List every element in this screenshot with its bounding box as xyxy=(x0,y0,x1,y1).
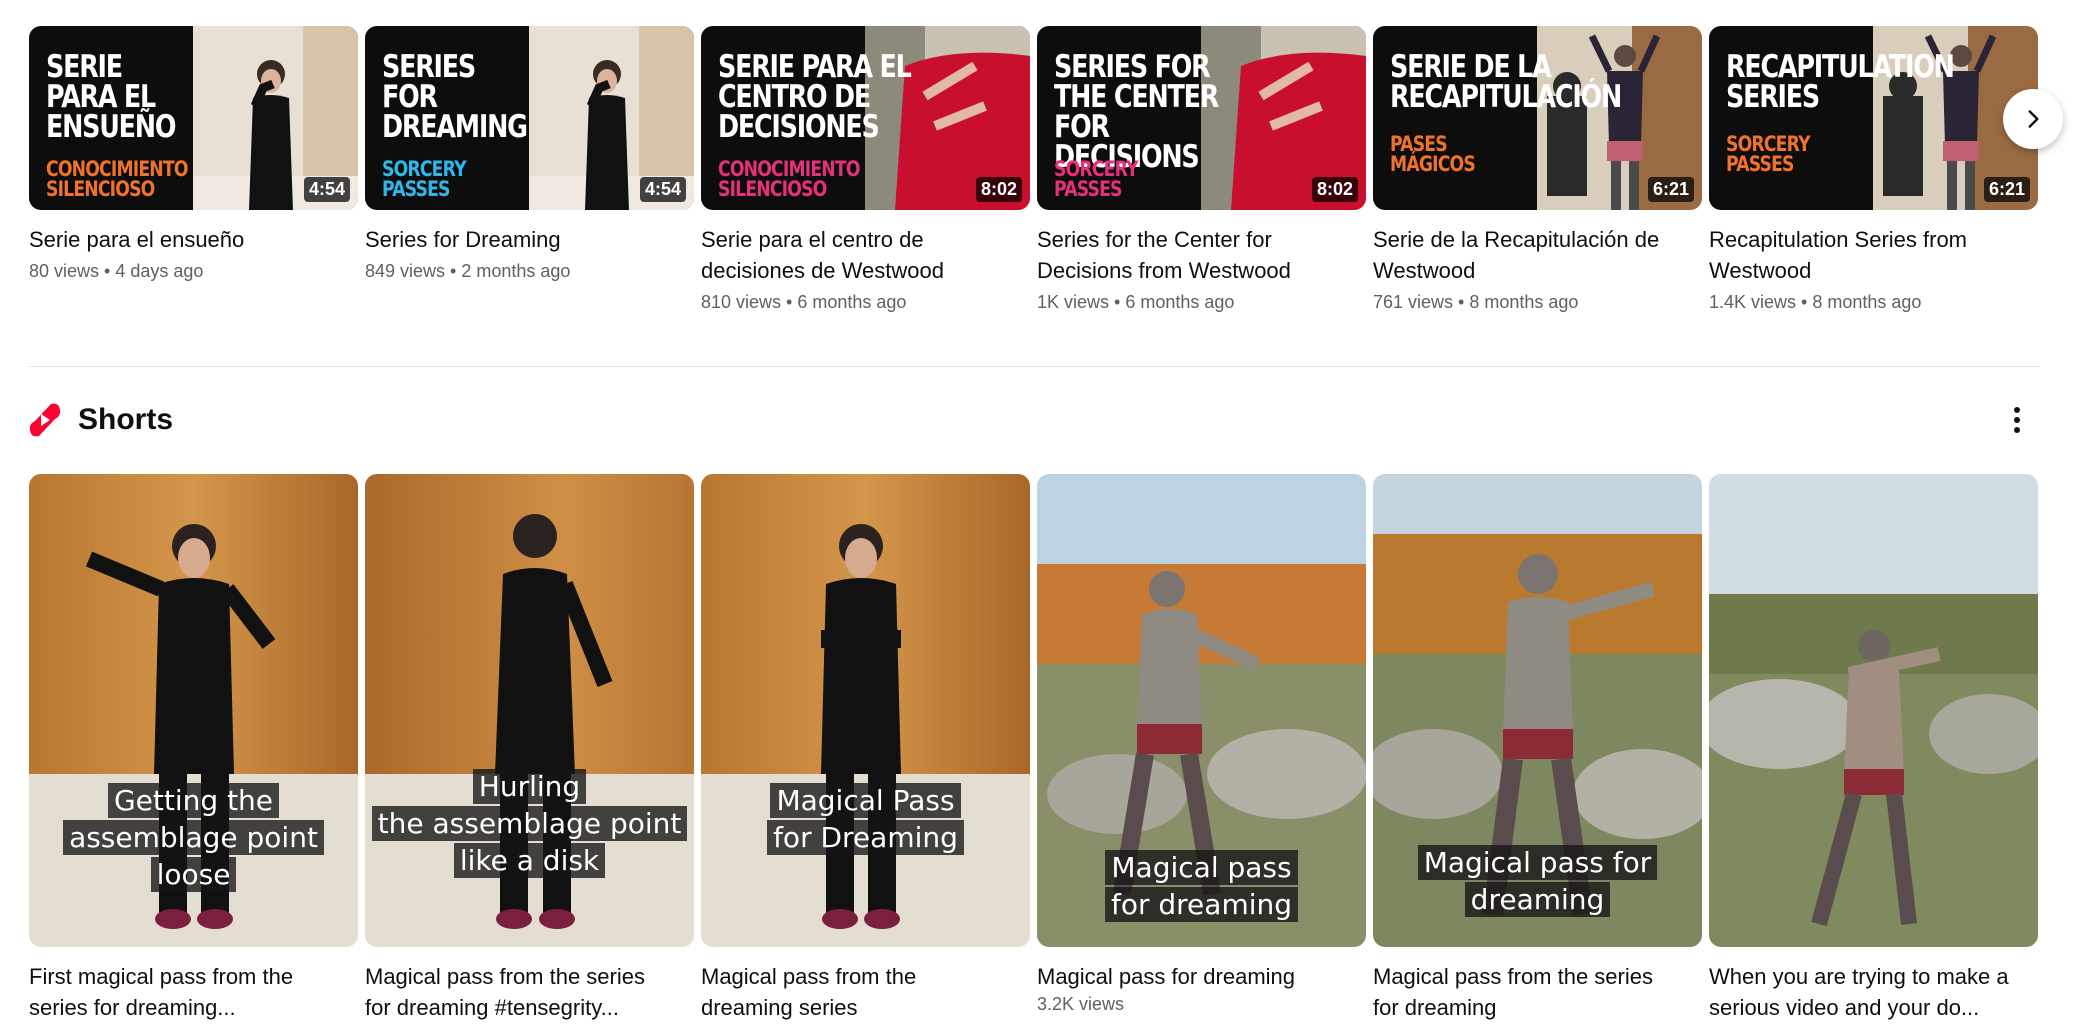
short-title[interactable]: Magical pass from the dreaming series xyxy=(701,961,1030,1023)
view-count: 761 views xyxy=(1373,292,1454,312)
upload-age: 2 months ago xyxy=(461,261,571,281)
short-card[interactable]: Magical Pass for Dreaming Magical pass f… xyxy=(701,474,1030,1023)
more-options-button[interactable] xyxy=(1997,400,2037,440)
video-meta: 761 views • 8 months ago xyxy=(1373,292,1579,312)
duration-badge: 6:21 xyxy=(1647,177,1694,202)
video-title[interactable]: Serie para el centro de decisiones de We… xyxy=(701,224,1030,286)
thumbnail-art-title: SERIE DE LA RECAPITULACIÓN xyxy=(1390,49,1622,115)
video-card[interactable]: SERIE DE LA RECAPITULACIÓN PASES MÁGICOS… xyxy=(1373,26,1702,313)
short-card[interactable]: When you are trying to make a serious vi… xyxy=(1709,474,2038,1023)
duration-badge: 8:02 xyxy=(1311,177,1358,202)
short-thumbnail[interactable]: Magical pass for dreaming xyxy=(1037,474,1366,947)
view-count: 810 views xyxy=(701,292,782,312)
short-caption: Magical pass for dreaming xyxy=(1373,844,1702,918)
upload-age: 8 months ago xyxy=(1812,292,1922,312)
videos-shelf: SERIE PARA EL ENSUEÑO CONOCIMIENTO SILEN… xyxy=(29,26,2039,326)
video-card[interactable]: SERIES FOR DREAMING SORCERY PASSES 4:54 … xyxy=(365,26,694,282)
short-thumbnail[interactable] xyxy=(1709,474,2038,947)
thumbnail-art-subtitle: PASES MÁGICOS xyxy=(1390,132,1476,176)
thumbnail-art-title: SERIE PARA EL CENTRO DE DECISIONES xyxy=(718,49,912,145)
thumbnail-art-subtitle: SORCERY PASSES xyxy=(1054,157,1139,201)
video-meta: 1K views • 6 months ago xyxy=(1037,292,1235,312)
view-count: 1K views xyxy=(1037,292,1110,312)
video-meta: 80 views • 4 days ago xyxy=(29,261,204,281)
view-count: 80 views xyxy=(29,261,100,281)
video-meta: 1.4K views • 8 months ago xyxy=(1709,292,1922,312)
thumbnail-art-subtitle: CONOCIMIENTO SILENCIOSO xyxy=(46,157,188,201)
short-card[interactable]: Magical pass for dreaming Magical pass f… xyxy=(1373,474,1702,1023)
video-title[interactable]: Recapitulation Series from Westwood xyxy=(1709,224,2038,286)
short-title[interactable]: When you are trying to make a serious vi… xyxy=(1709,961,2038,1023)
short-caption: Magical pass for dreaming xyxy=(1037,849,1366,923)
thumbnail-art-title: SERIE PARA EL ENSUEÑO xyxy=(46,49,176,145)
shorts-header: Shorts xyxy=(29,398,173,442)
short-caption: Getting the assemblage point loose xyxy=(29,782,358,893)
short-title[interactable]: Magical pass from the series for dreamin… xyxy=(365,961,694,1023)
video-thumbnail[interactable]: SERIE PARA EL CENTRO DE DECISIONES CONOC… xyxy=(701,26,1030,210)
short-caption: Hurling the assemblage point like a disk xyxy=(365,768,694,879)
short-thumbnail[interactable]: Getting the assemblage point loose xyxy=(29,474,358,947)
short-thumbnail[interactable]: Magical Pass for Dreaming xyxy=(701,474,1030,947)
short-title[interactable]: Magical pass for dreaming xyxy=(1037,961,1366,992)
section-title[interactable]: Shorts xyxy=(78,403,173,437)
video-thumbnail[interactable]: SERIES FOR DREAMING SORCERY PASSES 4:54 xyxy=(365,26,694,210)
more-vertical-icon xyxy=(2014,407,2020,433)
video-card[interactable]: SERIES FOR THE CENTER FOR DECISIONS SORC… xyxy=(1037,26,1366,313)
video-card[interactable]: SERIE PARA EL CENTRO DE DECISIONES CONOC… xyxy=(701,26,1030,313)
thumbnail-art-subtitle: SORCERY PASSES xyxy=(1726,132,1811,176)
view-count: 1.4K views xyxy=(1709,292,1797,312)
section-divider xyxy=(29,366,2039,367)
video-card[interactable]: RECAPITULATION SERIES SORCERY PASSES 6:2… xyxy=(1709,26,2038,313)
thumbnail-art-title: SERIES FOR DREAMING xyxy=(382,49,528,145)
thumbnail-photo xyxy=(701,474,1030,947)
duration-badge: 6:21 xyxy=(1983,177,2030,202)
video-card[interactable]: SERIE PARA EL ENSUEÑO CONOCIMIENTO SILEN… xyxy=(29,26,358,282)
shelf-next-button[interactable] xyxy=(2003,89,2063,149)
shorts-logo-icon xyxy=(29,403,61,437)
short-title[interactable]: Magical pass from the series for dreamin… xyxy=(1373,961,1702,1023)
short-card[interactable]: Getting the assemblage point loose First… xyxy=(29,474,358,1023)
short-card[interactable]: Hurling the assemblage point like a disk… xyxy=(365,474,694,1023)
video-meta: 849 views • 2 months ago xyxy=(365,261,571,281)
short-thumbnail[interactable]: Magical pass for dreaming xyxy=(1373,474,1702,947)
video-thumbnail[interactable]: SERIE PARA EL ENSUEÑO CONOCIMIENTO SILEN… xyxy=(29,26,358,210)
duration-badge: 4:54 xyxy=(303,177,350,202)
short-title[interactable]: First magical pass from the series for d… xyxy=(29,961,358,1023)
upload-age: 4 days ago xyxy=(115,261,204,281)
short-caption: Magical Pass for Dreaming xyxy=(701,782,1030,856)
thumbnail-photo xyxy=(1709,474,2038,947)
short-card[interactable]: Magical pass for dreaming Magical pass f… xyxy=(1037,474,1366,1015)
thumbnail-art-subtitle: SORCERY PASSES xyxy=(382,157,467,201)
chevron-right-icon xyxy=(2028,110,2039,128)
video-title[interactable]: Series for Dreaming xyxy=(365,224,694,255)
duration-badge: 8:02 xyxy=(975,177,1022,202)
shorts-shelf: Getting the assemblage point loose First… xyxy=(29,474,2039,1031)
short-thumbnail[interactable]: Hurling the assemblage point like a disk xyxy=(365,474,694,947)
upload-age: 6 months ago xyxy=(1125,292,1235,312)
upload-age: 8 months ago xyxy=(1469,292,1579,312)
view-count: 849 views xyxy=(365,261,446,281)
video-title[interactable]: Serie para el ensueño xyxy=(29,224,358,255)
thumbnail-art-title: SERIES FOR THE CENTER FOR DECISIONS xyxy=(1054,49,1219,175)
view-count: 3.2K views xyxy=(1037,994,1125,1014)
video-thumbnail[interactable]: SERIES FOR THE CENTER FOR DECISIONS SORC… xyxy=(1037,26,1366,210)
video-thumbnail[interactable]: SERIE DE LA RECAPITULACIÓN PASES MÁGICOS… xyxy=(1373,26,1702,210)
duration-badge: 4:54 xyxy=(639,177,686,202)
thumbnail-art-subtitle: CONOCIMIENTO SILENCIOSO xyxy=(718,157,860,201)
video-thumbnail[interactable]: RECAPITULATION SERIES SORCERY PASSES 6:2… xyxy=(1709,26,2038,210)
video-title[interactable]: Serie de la Recapitulación de Westwood xyxy=(1373,224,1702,286)
thumbnail-art-title: RECAPITULATION SERIES xyxy=(1726,49,1955,115)
video-title[interactable]: Series for the Center for Decisions from… xyxy=(1037,224,1366,286)
upload-age: 6 months ago xyxy=(797,292,907,312)
video-meta: 810 views • 6 months ago xyxy=(701,292,907,312)
